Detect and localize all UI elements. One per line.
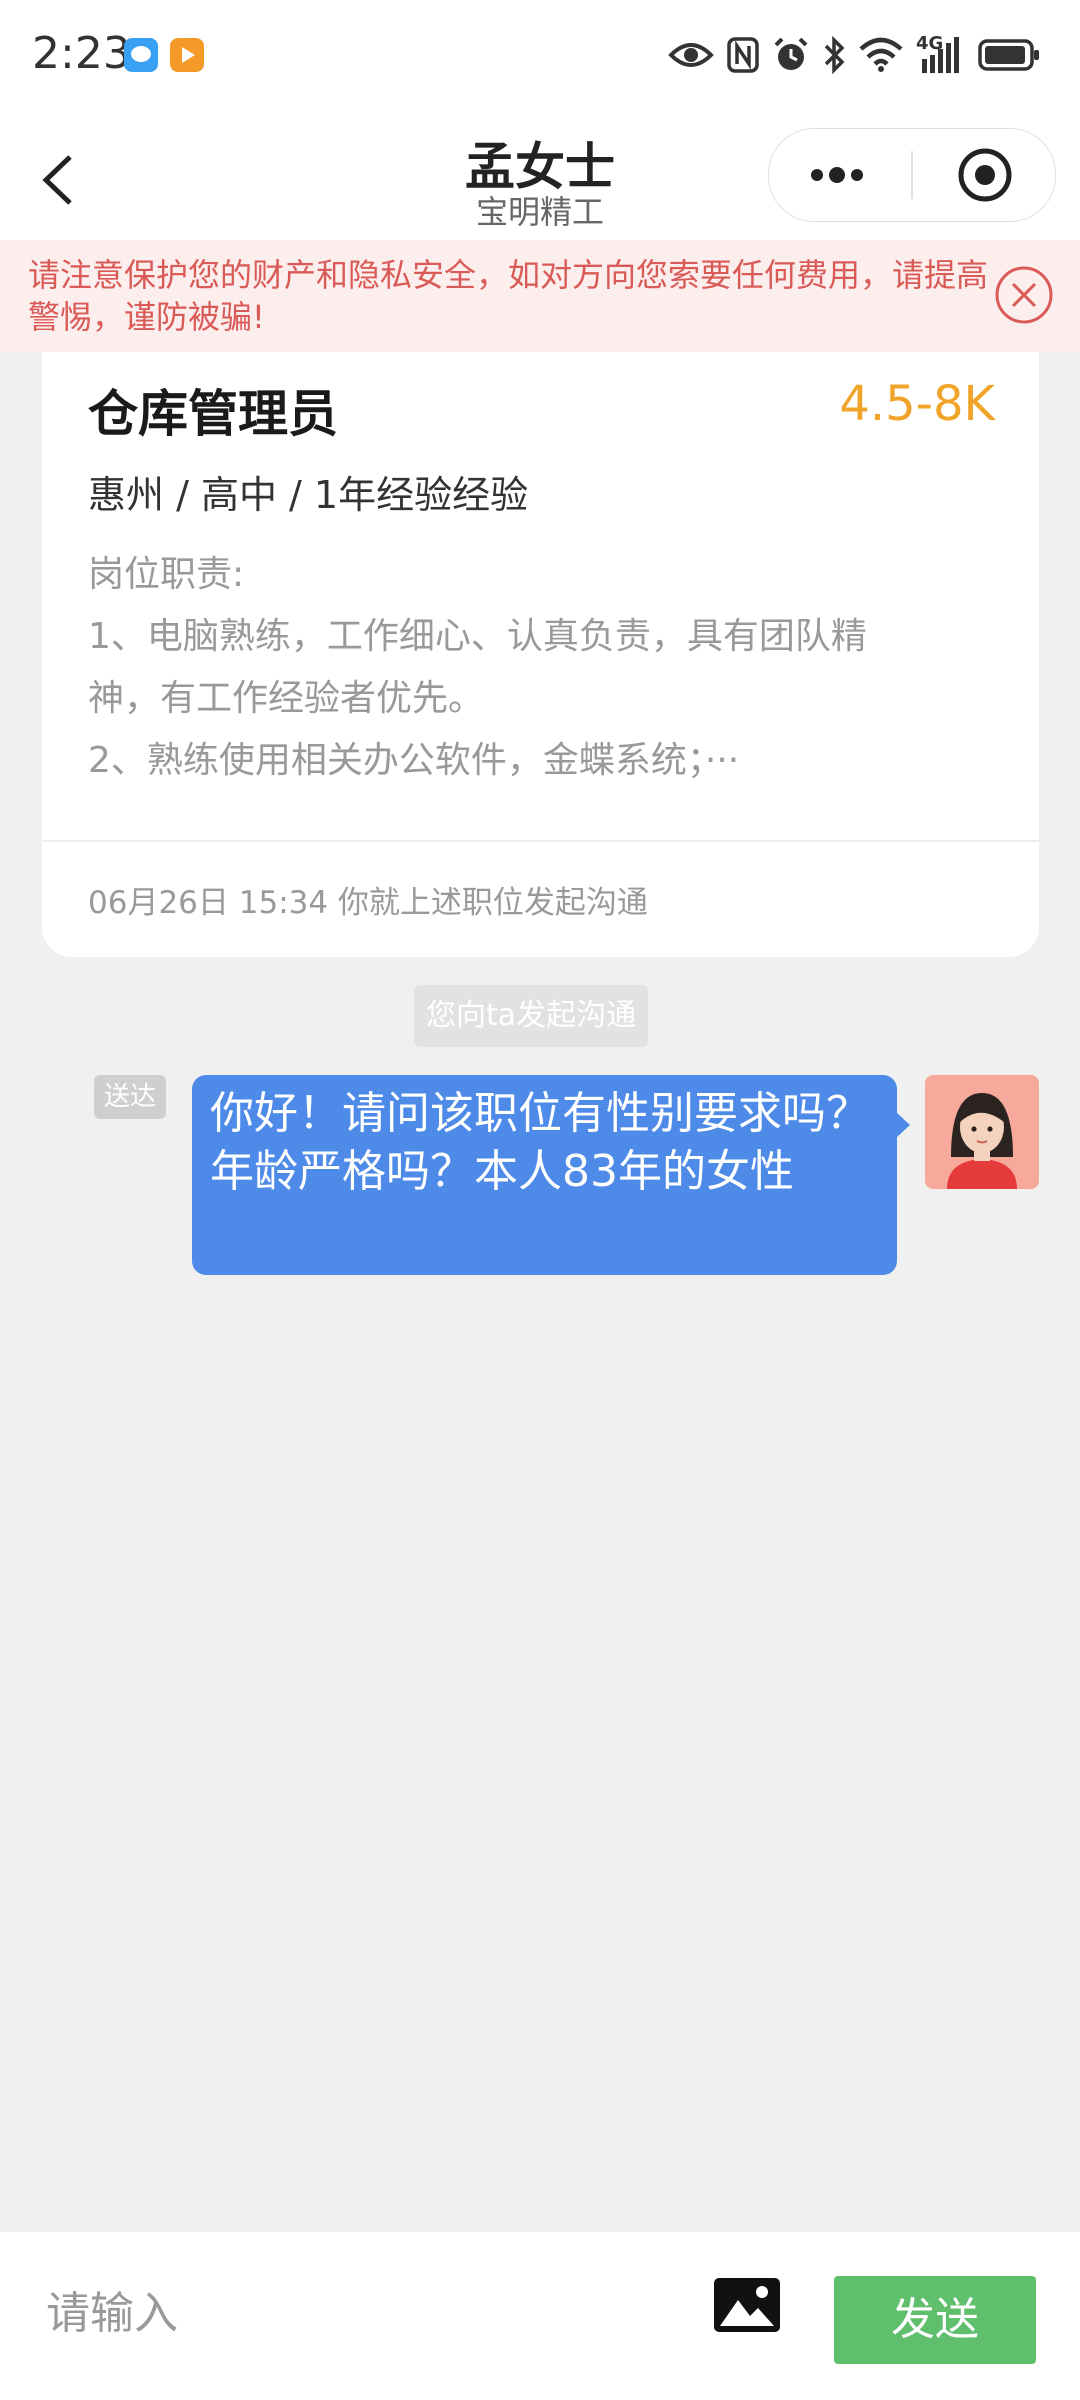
more-button[interactable] [769,129,909,221]
close-miniprogram-button[interactable] [915,129,1055,221]
bubble-tail [896,1112,910,1138]
safety-warning-banner: 请注意保护您的财产和隐私安全，如对方向您索要任何费用，请提高警惕，谨防被骗! [0,240,1080,352]
read-status-badge: 送达 [94,1075,167,1119]
image-button[interactable] [712,2274,782,2334]
target-icon [958,148,1012,202]
job-card[interactable]: 仓库管理员 4.5-8K 惠州 / 高中 / 1年经验经验 岗位职责: 1、电脑… [42,352,1039,957]
avatar[interactable] [925,1075,1039,1189]
eye-icon [668,43,714,67]
input-bar: 发送 [0,2232,1080,2400]
wifi-icon [859,37,903,72]
job-card-footer: 06月26日 15:34 你就上述职位发起沟通 [88,885,648,921]
system-tip: 您向ta发起沟通 [414,985,649,1047]
capsule-divider [911,151,913,199]
warning-close-button[interactable] [994,265,1054,329]
job-desc-heading: 岗位职责: [88,554,245,595]
status-time: 2:23 [32,28,131,79]
miniprogram-capsule [768,128,1056,222]
more-dots-icon [811,167,863,183]
close-circle-icon [995,266,1053,324]
alarm-icon [774,37,808,70]
job-desc-line: 神，有工作经验者优先。 [88,678,485,719]
warning-text: 请注意保护您的财产和隐私安全，如对方向您索要任何费用，请提高警惕，谨防被骗! [28,256,989,336]
job-title: 仓库管理员 [88,385,338,443]
video-app-icon [170,38,204,72]
nfc-icon [727,37,759,73]
message-bubble[interactable]: 你好！请问该职位有性别要求吗？年龄严格吗？本人83年的女性 [192,1075,897,1275]
image-icon [714,2278,780,2332]
message-input[interactable] [44,2272,648,2354]
nav-bar: 孟女士 宝明精工 [0,115,1080,240]
send-button[interactable]: 发送 [834,2276,1036,2364]
user-avatar-icon [925,1075,1039,1189]
job-meta: 惠州 / 高中 / 1年经验经验 [88,473,529,517]
status-bar: 2:23 4G [0,0,1080,115]
divider [42,840,1039,842]
bluetooth-icon [824,36,845,74]
chat-app-icon [124,38,158,72]
job-desc-line: 2、熟练使用相关办公软件，金蝶系统；··· [88,740,740,781]
battery-icon [978,39,1039,71]
job-desc-line: 1、电脑熟练，工作细心、认真负责，具有团队精 [88,616,867,657]
signal-icon: 4G [916,33,966,75]
job-salary: 4.5-8K [839,376,995,432]
job-description: 岗位职责: 1、电脑熟练，工作细心、认真负责，具有团队精 神，有工作经验者优先。… [88,544,988,792]
